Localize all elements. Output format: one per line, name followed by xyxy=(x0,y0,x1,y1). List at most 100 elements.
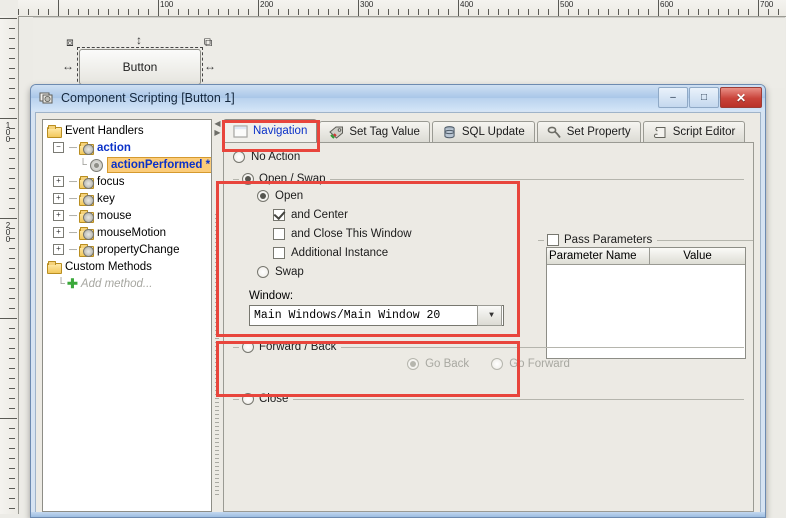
component-scripting-dialog[interactable]: Component Scripting [Button 1] – □ ✕ Eve… xyxy=(30,84,766,518)
ruler-tick xyxy=(228,9,229,15)
group-header[interactable]: Pass Parameters xyxy=(544,233,658,247)
ruler-tick xyxy=(408,9,409,15)
ruler-tick xyxy=(588,9,589,15)
ruler-tick xyxy=(178,9,179,15)
ruler-tick xyxy=(9,178,15,179)
group-label: Pass Parameters xyxy=(564,234,653,246)
tree-item-custom-methods[interactable]: Custom Methods xyxy=(43,258,211,275)
minimize-button[interactable]: – xyxy=(658,87,688,108)
tree-item-property-change[interactable]: + ─ propertyChange xyxy=(43,241,211,258)
column-header-value[interactable]: Value xyxy=(649,248,745,265)
radio-go-back[interactable]: Go Back xyxy=(407,358,469,370)
checkbox-and-center[interactable]: and Center xyxy=(273,209,736,221)
radio-label: No Action xyxy=(251,151,301,163)
ruler-tick xyxy=(338,9,339,15)
tab-set-tag-value[interactable]: Set Tag Value xyxy=(319,121,430,142)
checkbox-indicator xyxy=(273,247,285,259)
parameter-actions: ✚ ✖ ⚭ xyxy=(750,247,753,359)
checkbox-indicator xyxy=(547,234,559,246)
ruler-tick xyxy=(508,9,509,15)
ruler-tick xyxy=(18,9,19,15)
event-handler-tree[interactable]: Event Handlers − ─ action └ actionPerfor… xyxy=(42,119,212,512)
resize-handle-n[interactable]: ↕ xyxy=(132,33,146,47)
ruler-tick xyxy=(9,478,15,479)
radio-open[interactable]: Open xyxy=(257,190,736,202)
action-tabs[interactable]: Navigation Set Tag Value SQL Update Set … xyxy=(223,119,754,142)
ruler-tick xyxy=(9,148,15,149)
ruler-tick xyxy=(0,218,17,219)
ruler-label: 400 xyxy=(460,0,474,9)
maximize-icon: □ xyxy=(700,92,708,103)
radio-no-action[interactable]: No Action xyxy=(233,151,744,163)
tree-item-add-method[interactable]: └ ✚ Add method... xyxy=(43,275,211,292)
ruler-tick xyxy=(208,9,209,15)
ruler-tick xyxy=(9,448,15,449)
tab-label: Script Editor xyxy=(672,126,736,138)
tree-elbow-icon: ─ xyxy=(69,226,77,239)
ruler-tick xyxy=(448,9,449,15)
tree-item-event-handlers[interactable]: Event Handlers xyxy=(43,120,211,139)
script-icon xyxy=(38,90,56,106)
expand-toggle-icon[interactable]: + xyxy=(53,244,64,255)
group-header[interactable]: Close xyxy=(239,392,294,406)
ruler-tick xyxy=(9,468,15,469)
ruler-tick xyxy=(9,498,15,499)
maximize-button[interactable]: □ xyxy=(689,87,719,108)
ruler-tick xyxy=(9,508,15,509)
ruler-tick xyxy=(78,9,79,15)
resize-handle-e[interactable]: ↔ xyxy=(203,59,217,73)
ruler-tick xyxy=(238,9,239,15)
group-header[interactable]: Open / Swap xyxy=(239,172,331,186)
close-button[interactable]: ✕ xyxy=(720,87,762,108)
tab-script-editor[interactable]: Script Editor xyxy=(642,121,746,142)
ruler-tick xyxy=(258,0,259,16)
window-dropdown[interactable]: Main Windows/Main Window 20 ▼ xyxy=(249,305,504,326)
column-header-parameter-name[interactable]: Parameter Name xyxy=(547,248,650,265)
expand-right-icon[interactable]: ▶ xyxy=(213,128,222,137)
ruler-label: 200 xyxy=(5,221,11,244)
group-label: Forward / Back xyxy=(259,341,337,353)
radio-go-forward[interactable]: Go Forward xyxy=(491,358,570,370)
tree-item-action-performed[interactable]: └ actionPerformed * xyxy=(43,156,211,173)
resize-handle-w[interactable]: ↔ xyxy=(61,59,75,73)
group-header[interactable]: Forward / Back xyxy=(239,340,342,354)
ruler-tick xyxy=(778,9,779,15)
tree-item-mouse-motion[interactable]: + ─ mouseMotion xyxy=(43,224,211,241)
resize-handle-ne[interactable]: ⧉ xyxy=(201,35,215,49)
window-controls[interactable]: – □ ✕ xyxy=(657,87,762,108)
ruler-tick xyxy=(628,9,629,15)
tab-label: SQL Update xyxy=(461,126,525,138)
tree-item-mouse[interactable]: + ─ mouse xyxy=(43,207,211,224)
ruler-tick xyxy=(9,98,15,99)
checkbox-label: and Close This Window xyxy=(291,228,412,240)
tab-set-property[interactable]: Set Property xyxy=(536,121,641,142)
resize-handle-nw[interactable]: ⧈ xyxy=(63,35,77,49)
collapse-left-icon[interactable]: ◀ xyxy=(213,119,222,128)
ruler-tick xyxy=(478,9,479,15)
tree-item-focus[interactable]: + ─ focus xyxy=(43,173,211,190)
ruler-label: 100 xyxy=(5,121,11,144)
event-folder-icon xyxy=(79,192,94,206)
collapse-toggle-icon[interactable]: − xyxy=(53,142,64,153)
tree-item-key[interactable]: + ─ key xyxy=(43,190,211,207)
expand-toggle-icon[interactable]: + xyxy=(53,210,64,221)
ruler-tick xyxy=(9,88,15,89)
navigation-panel: No Action Open / Swap Open and Center an… xyxy=(223,142,754,512)
ruler-tick xyxy=(9,328,15,329)
expand-toggle-icon[interactable]: + xyxy=(53,227,64,238)
design-button[interactable]: Button xyxy=(79,49,201,85)
expand-toggle-icon[interactable]: + xyxy=(53,193,64,204)
radio-label: Swap xyxy=(275,266,304,278)
tree-item-action[interactable]: − ─ action xyxy=(43,139,211,156)
dialog-titlebar[interactable]: Component Scripting [Button 1] – □ ✕ xyxy=(31,85,765,111)
ruler-tick xyxy=(518,9,519,15)
chevron-down-icon[interactable]: ▼ xyxy=(477,305,502,326)
tree-label: mouse xyxy=(97,209,132,222)
splitter-grip[interactable] xyxy=(215,214,219,498)
tab-sql-update[interactable]: SQL Update xyxy=(431,121,535,142)
ruler-tick xyxy=(9,208,15,209)
tab-navigation[interactable]: Navigation xyxy=(223,119,318,142)
panel-splitter[interactable]: ◀ ▶ xyxy=(212,119,223,512)
expand-toggle-icon[interactable]: + xyxy=(53,176,64,187)
tag-icon xyxy=(329,126,344,139)
